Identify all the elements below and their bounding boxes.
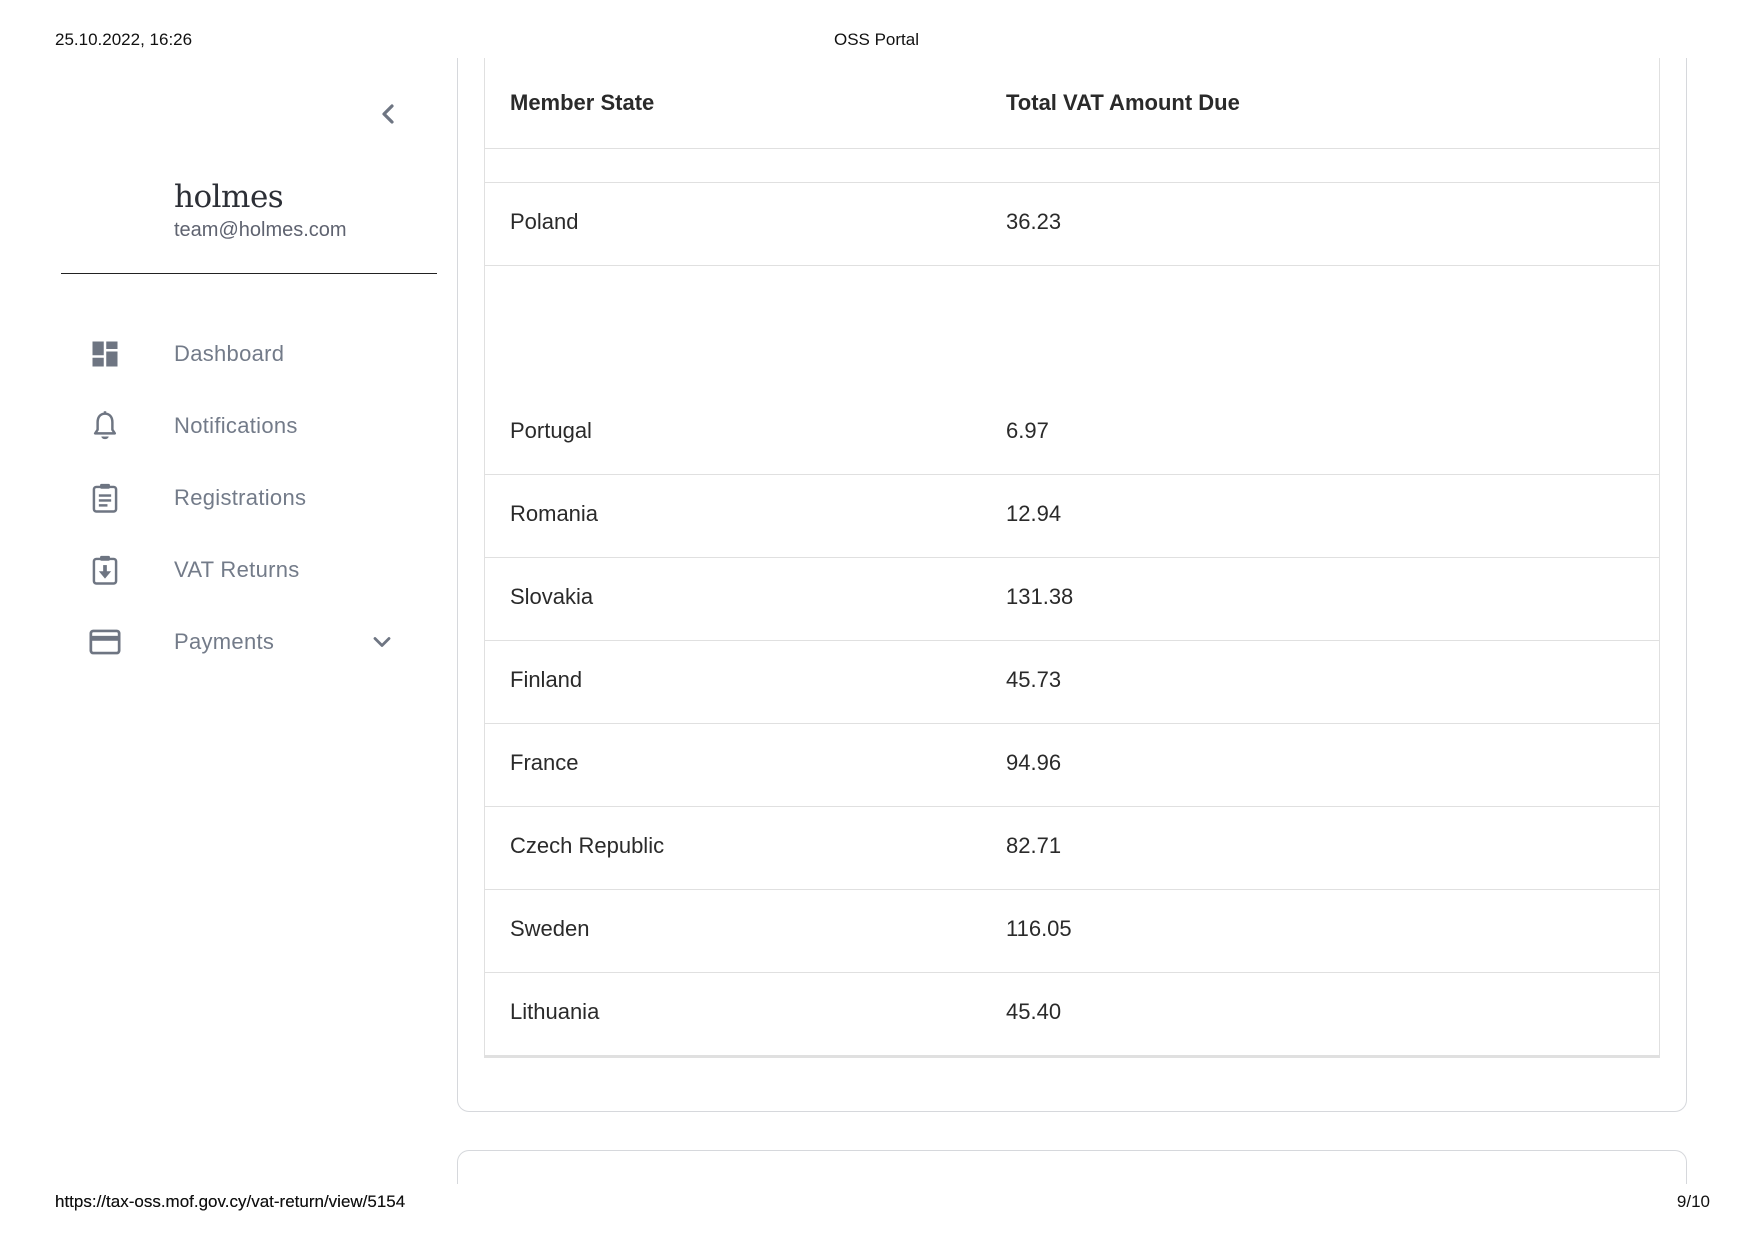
sidebar-nav: Dashboard Notifications Registrations VA… — [0, 318, 430, 678]
sidebar: holmes team@holmes.com Dashboard Notific… — [0, 60, 450, 1180]
cell-vat-amount: 116.05 — [1006, 916, 1072, 941]
sidebar-item-label: Notifications — [174, 413, 298, 438]
table-row: Slovakia 131.38 — [485, 558, 1659, 641]
table-row: Portugal 6.97 — [485, 266, 1659, 475]
print-page-number-overlay: 9/10 — [1676, 1192, 1710, 1211]
brand-name: holmes — [174, 179, 284, 215]
cell-member-state: Finland — [510, 667, 583, 692]
print-page-title: OSS Portal — [833, 30, 920, 49]
sidebar-item-label: Registrations — [174, 485, 307, 510]
sidebar-divider — [61, 273, 437, 274]
credit-card-icon — [88, 625, 122, 659]
sidebar-item-payments[interactable]: Payments — [0, 606, 430, 678]
cell-member-state: Sweden — [510, 916, 590, 941]
cell-member-state: France — [510, 750, 579, 775]
sidebar-item-vat-returns[interactable]: VAT Returns — [0, 534, 430, 606]
table-row: Finland 45.73 — [485, 641, 1659, 724]
chevron-left-icon — [382, 104, 394, 124]
page-bottom-margin — [440, 1184, 1710, 1244]
vat-table: Member State Total VAT Amount Due Poland… — [484, 58, 1660, 1058]
cell-member-state: Romania — [510, 501, 599, 526]
cell-vat-amount: 36.23 — [1006, 209, 1062, 234]
bell-icon — [88, 409, 122, 443]
clipboard-download-icon — [88, 553, 122, 587]
cell-vat-amount: 45.40 — [1006, 999, 1062, 1024]
table-row: Sweden 116.05 — [485, 890, 1659, 973]
cell-member-state: Portugal — [510, 418, 592, 443]
sidebar-item-notifications[interactable]: Notifications — [0, 390, 430, 462]
sidebar-item-dashboard[interactable]: Dashboard — [0, 318, 430, 390]
collapse-sidebar-button[interactable] — [372, 98, 404, 130]
clipboard-icon — [88, 481, 122, 515]
cell-member-state: Slovakia — [510, 584, 594, 609]
column-header-member-state: Member State — [510, 90, 655, 115]
table-row-empty — [485, 149, 1659, 183]
print-url-overlay: https://tax-oss.mof.gov.cy/vat-return/vi… — [55, 1192, 406, 1211]
table-row: France 94.96 — [485, 724, 1659, 807]
cell-vat-amount: 94.96 — [1006, 750, 1062, 775]
sidebar-item-label: Dashboard — [174, 341, 285, 366]
table-row: Czech Republic 82.71 — [485, 807, 1659, 890]
brand-block: holmes team@holmes.com — [174, 182, 347, 242]
table-row: Romania 12.94 — [485, 475, 1659, 558]
cell-vat-amount: 131.38 — [1006, 584, 1074, 609]
sidebar-item-label: VAT Returns — [174, 557, 300, 582]
vat-summary-card: Member State Total VAT Amount Due Poland… — [457, 58, 1687, 1112]
cell-member-state: Czech Republic — [510, 833, 665, 858]
sidebar-item-label: Payments — [174, 629, 275, 654]
column-header-total-vat: Total VAT Amount Due — [1006, 90, 1240, 115]
chevron-down-icon[interactable] — [368, 628, 396, 656]
brand-email: team@holmes.com — [174, 219, 347, 241]
sidebar-item-registrations[interactable]: Registrations — [0, 462, 430, 534]
cell-vat-amount: 82.71 — [1006, 833, 1062, 858]
cell-vat-amount: 12.94 — [1006, 501, 1062, 526]
cell-member-state: Poland — [510, 209, 579, 234]
cell-vat-amount: 6.97 — [1006, 418, 1049, 443]
cell-vat-amount: 45.73 — [1006, 667, 1062, 692]
cell-member-state: Lithuania — [510, 999, 600, 1024]
table-row: Poland 36.23 — [485, 183, 1659, 266]
table-header: Member State Total VAT Amount Due — [485, 58, 1659, 149]
dashboard-icon — [88, 337, 122, 371]
table-row: Lithuania 45.40 — [485, 973, 1659, 1055]
